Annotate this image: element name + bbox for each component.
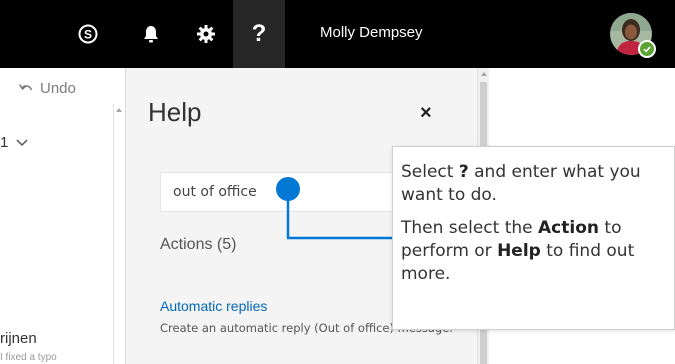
tip-callout: Select ? and enter what you want to do. … (392, 146, 675, 330)
bell-icon (144, 26, 158, 43)
callout-bold-action: Action (538, 218, 599, 238)
help-icon: ? (251, 20, 267, 47)
help-title: Help (148, 97, 202, 127)
sender-name[interactable]: rijnen (0, 330, 37, 347)
undo-label: Undo (40, 80, 76, 97)
callout-text: Then select the (401, 218, 533, 238)
gear-icon (197, 25, 215, 43)
settings-button[interactable] (180, 0, 232, 68)
result-link-automatic-replies[interactable]: Automatic replies (160, 298, 267, 314)
svg-text:S: S (84, 28, 92, 42)
scroll-up-arrow-icon[interactable] (481, 72, 487, 76)
folder-count: 1 (0, 134, 9, 151)
mail-list-fragment: Undo 1 rijnen I fixed a typo (0, 68, 125, 364)
chevron-down-icon (16, 138, 28, 146)
skype-icon: S (78, 24, 98, 44)
callout-step-2: Then select the Action to perform or Hel… (401, 217, 664, 286)
callout-bold-help: ? (458, 162, 469, 182)
close-icon[interactable]: × (420, 102, 432, 125)
user-name[interactable]: Molly Dempsey (320, 24, 423, 41)
message-preview: I fixed a typo (0, 352, 57, 363)
notifications-button[interactable] (125, 0, 177, 68)
callout-bold-help-word: Help (497, 241, 541, 261)
callout-step-1: Select ? and enter what you want to do. (401, 161, 664, 207)
top-bar: S ? Molly Dempsey (0, 0, 675, 68)
skype-button[interactable]: S (60, 0, 116, 68)
presence-available-icon (638, 40, 656, 58)
help-button[interactable]: ? (233, 0, 285, 68)
callout-text: Select (401, 162, 454, 182)
undo-button[interactable]: Undo (18, 80, 76, 97)
undo-icon (18, 83, 33, 90)
actions-heading: Actions (5) (160, 236, 237, 253)
folder-count-dropdown[interactable]: 1 (0, 134, 28, 151)
scroll-up-arrow-icon[interactable] (116, 108, 122, 112)
mail-list-scrollbar[interactable] (113, 104, 124, 364)
